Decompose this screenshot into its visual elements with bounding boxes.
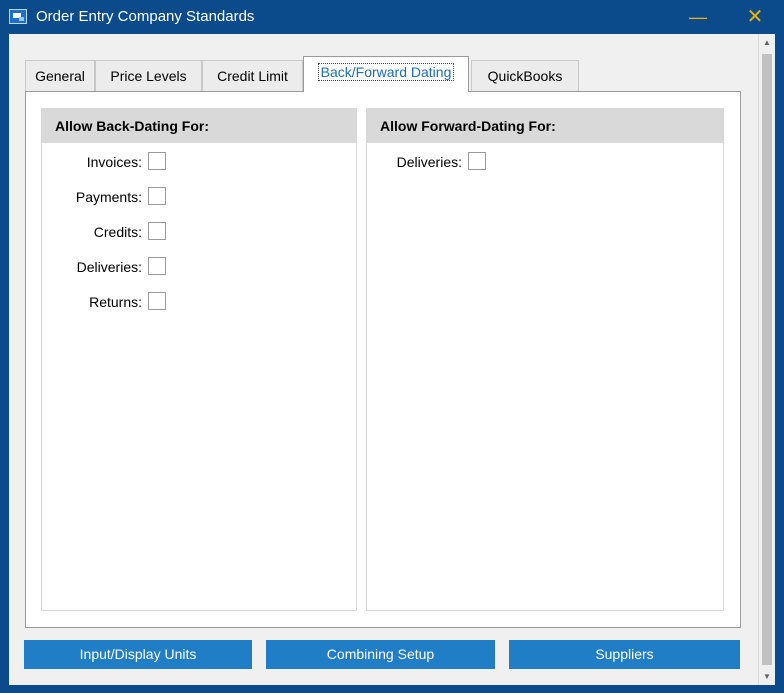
tab-panel: Allow Back-Dating For: Invoices: Payment…	[25, 91, 741, 628]
tab-back-forward-dating-label: Back/Forward Dating	[317, 63, 455, 81]
title-bar[interactable]: Order Entry Company Standards — ✕	[0, 0, 784, 34]
back-dating-group: Allow Back-Dating For: Invoices: Payment…	[41, 108, 357, 611]
vertical-scrollbar[interactable]: ▲ ▼	[758, 34, 775, 685]
app-icon	[9, 9, 27, 24]
tab-credit-limit[interactable]: Credit Limit	[202, 60, 303, 91]
back-dating-header: Allow Back-Dating For:	[42, 109, 356, 143]
payments-label: Payments:	[75, 189, 142, 205]
suppliers-button[interactable]: Suppliers	[509, 640, 740, 669]
window-client-area: General Price Levels Credit Limit Back/F…	[9, 34, 775, 685]
returns-checkbox[interactable]	[148, 292, 166, 310]
back-dating-row-invoices: Invoices:	[42, 152, 166, 172]
credits-checkbox[interactable]	[148, 222, 166, 240]
back-dating-row-returns: Returns:	[42, 292, 166, 312]
invoices-checkbox[interactable]	[148, 152, 166, 170]
invoices-label: Invoices:	[86, 154, 142, 170]
scroll-down-arrow-icon[interactable]: ▼	[759, 668, 775, 685]
payments-checkbox[interactable]	[148, 187, 166, 205]
forward-deliveries-checkbox[interactable]	[468, 152, 486, 170]
forward-dating-row-deliveries: Deliveries:	[367, 152, 486, 172]
forward-dating-header: Allow Forward-Dating For:	[367, 109, 723, 143]
scroll-up-arrow-icon[interactable]: ▲	[759, 34, 775, 51]
tab-quickbooks[interactable]: QuickBooks	[471, 60, 579, 91]
credits-label: Credits:	[93, 224, 142, 240]
back-deliveries-label: Deliveries:	[76, 259, 142, 275]
forward-deliveries-label: Deliveries:	[396, 154, 462, 170]
back-dating-row-credits: Credits:	[42, 222, 166, 242]
close-button[interactable]: ✕	[738, 0, 772, 34]
tab-back-forward-dating[interactable]: Back/Forward Dating	[303, 56, 469, 92]
back-deliveries-checkbox[interactable]	[148, 257, 166, 275]
window-title: Order Entry Company Standards	[36, 8, 255, 25]
application-window: Order Entry Company Standards — ✕ Genera…	[0, 0, 784, 693]
forward-dating-group: Allow Forward-Dating For: Deliveries:	[366, 108, 724, 611]
tab-general[interactable]: General	[25, 60, 95, 91]
back-dating-row-deliveries: Deliveries:	[42, 257, 166, 277]
input-display-units-button[interactable]: Input/Display Units	[24, 640, 252, 669]
combining-setup-button[interactable]: Combining Setup	[266, 640, 495, 669]
returns-label: Returns:	[89, 294, 142, 310]
minimize-button[interactable]: —	[681, 0, 715, 34]
back-dating-row-payments: Payments:	[42, 187, 166, 207]
tab-price-levels[interactable]: Price Levels	[95, 60, 202, 91]
scroll-thumb[interactable]	[762, 54, 772, 665]
